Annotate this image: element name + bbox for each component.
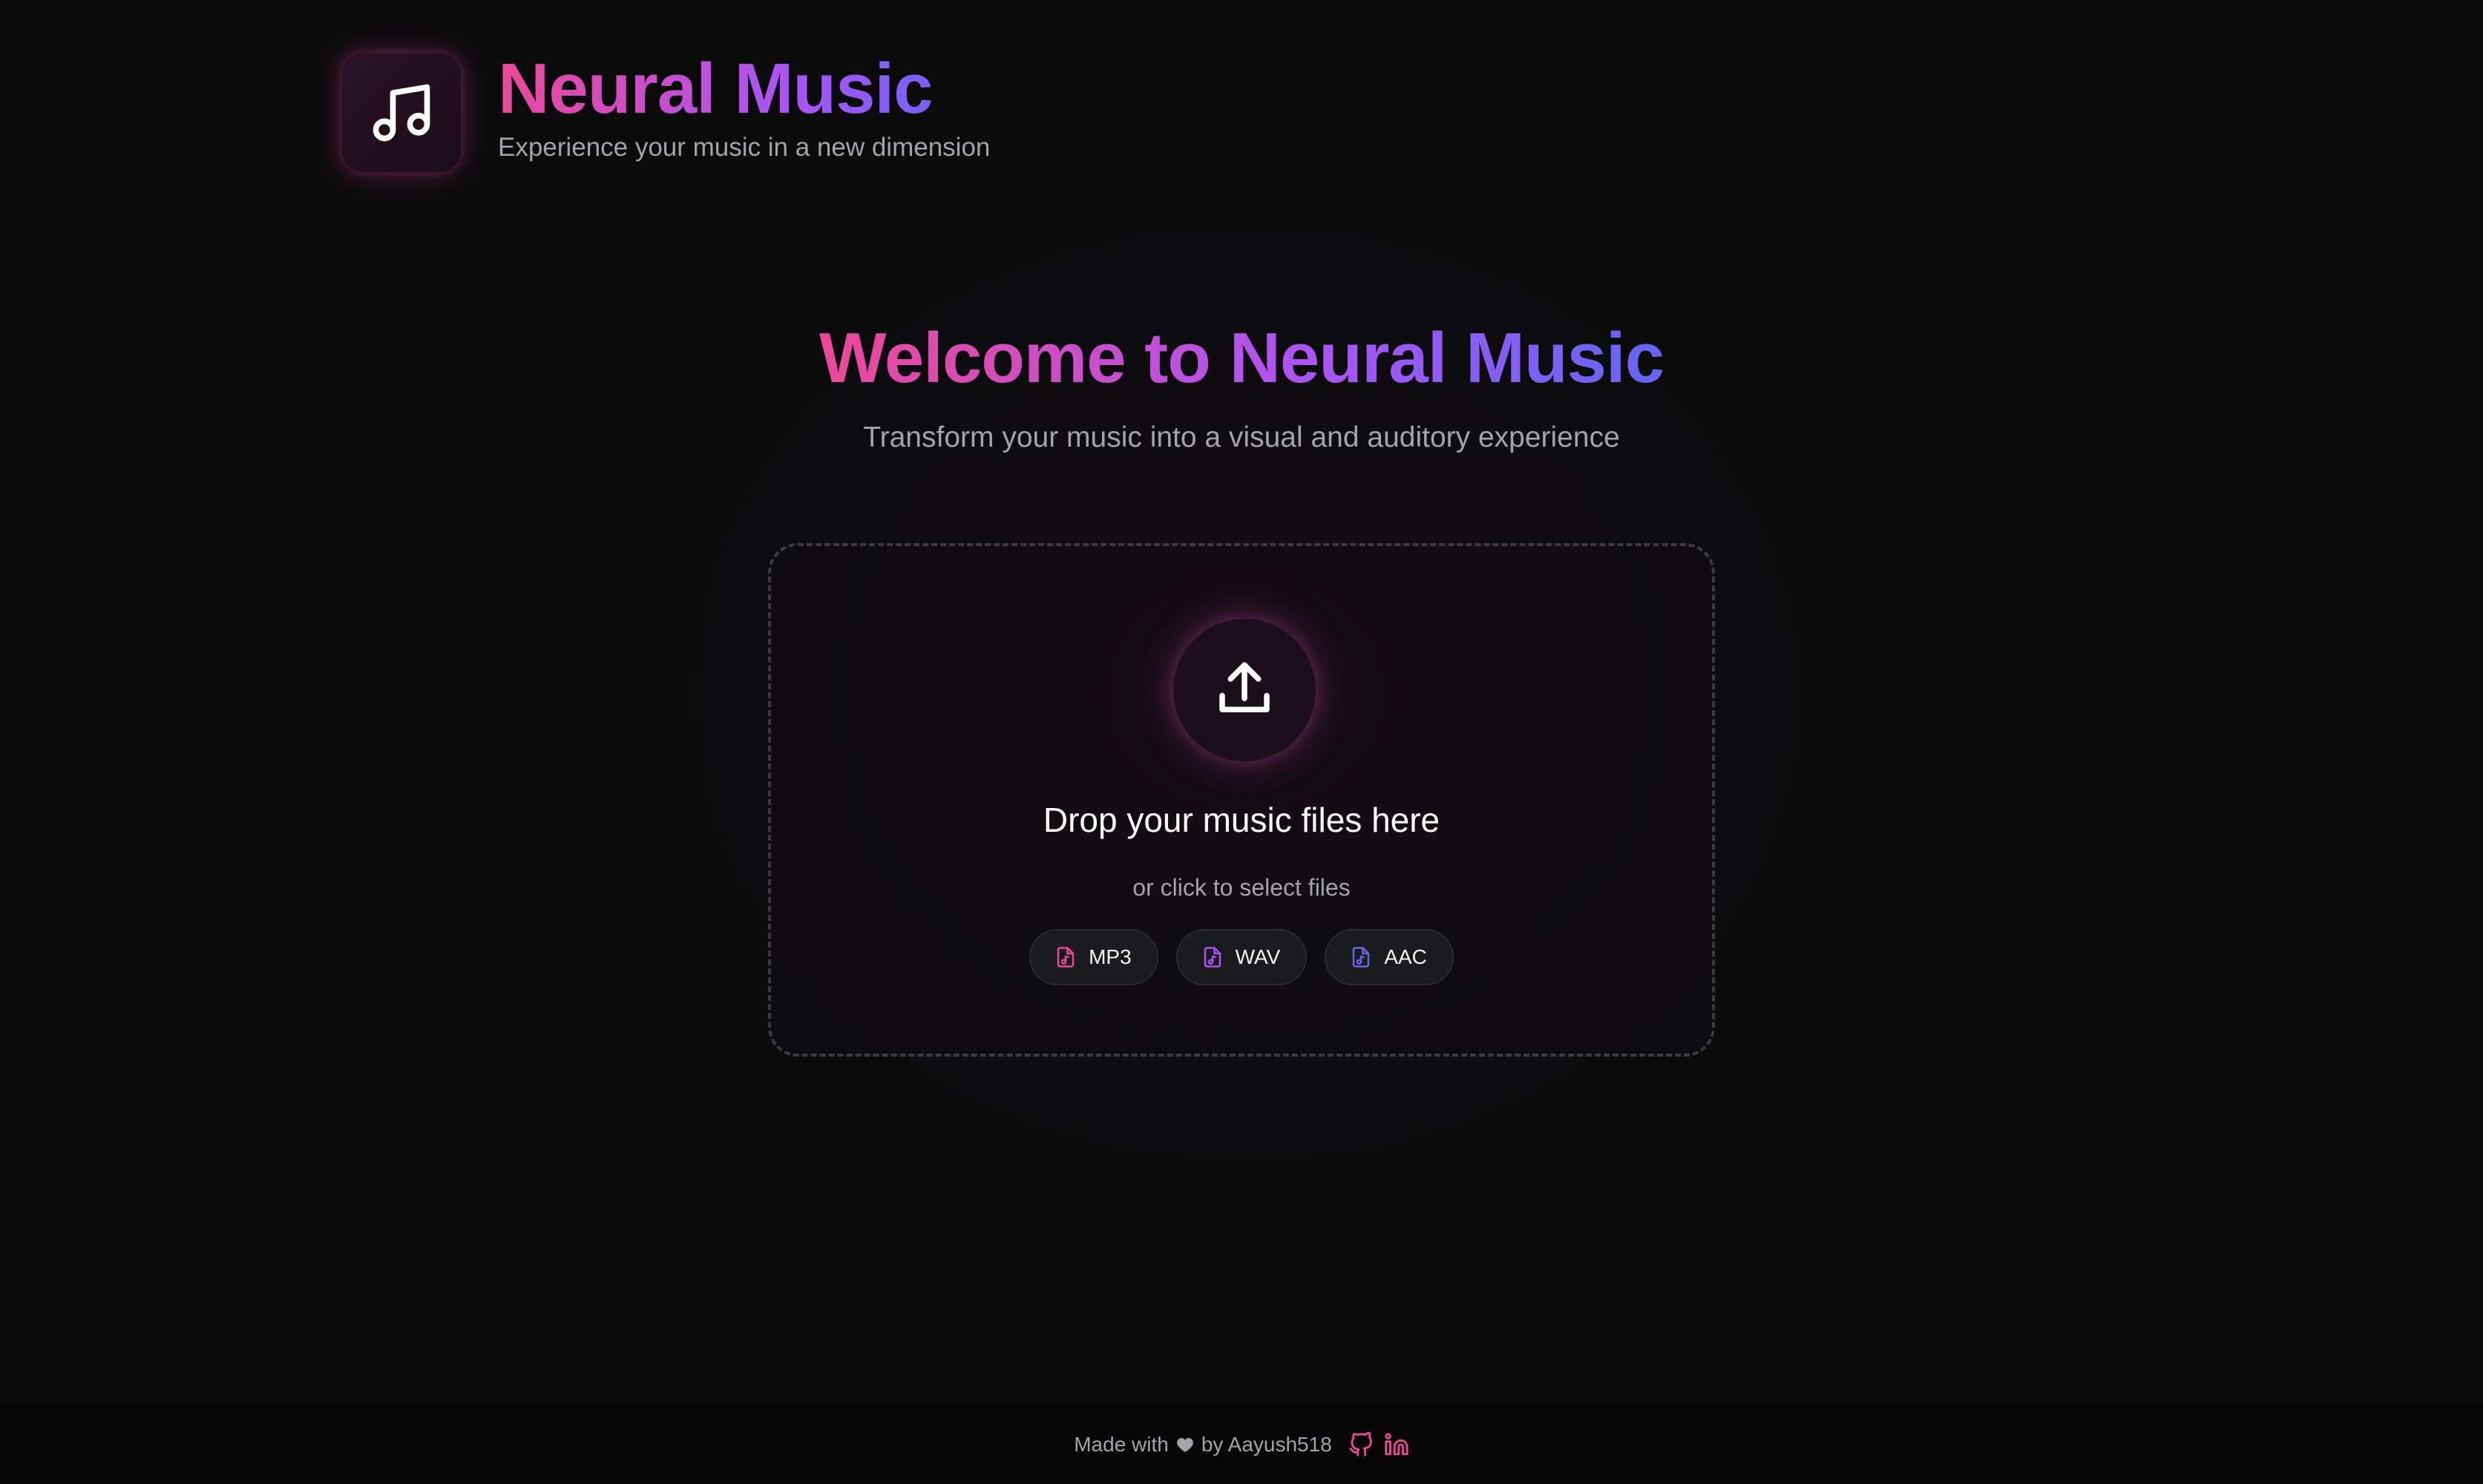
page-footer: Made with by Aayush518: [0, 1405, 2483, 1484]
app-title: Neural Music: [498, 46, 990, 131]
upload-icon: [1219, 662, 1270, 712]
music-note-icon: [373, 84, 430, 142]
heart-icon: [1177, 1438, 1193, 1452]
file-dropzone[interactable]: Drop your music files here or click to s…: [768, 543, 1715, 1057]
hero-subtitle: Transform your music into a visual and a…: [863, 421, 1620, 454]
app-header: Neural Music Experience your music in a …: [342, 49, 991, 172]
linkedin-icon[interactable]: [1384, 1432, 1409, 1457]
format-badge-wav: WAV: [1175, 929, 1308, 985]
upload-button[interactable]: [1173, 619, 1316, 761]
format-list: MP3 WAV AAC: [771, 929, 1712, 985]
hero-section: Welcome to Neural Music Transform your m…: [0, 315, 2483, 454]
music-file-icon: [1353, 947, 1370, 968]
dropzone-hint: or click to select files: [1132, 874, 1351, 901]
app-logo: [342, 53, 461, 172]
format-label: AAC: [1384, 945, 1427, 968]
github-icon[interactable]: [1348, 1432, 1374, 1457]
format-badge-aac: AAC: [1325, 929, 1454, 985]
dropzone-title: Drop your music files here: [1043, 801, 1440, 839]
header-text: Neural Music Experience your music in a …: [498, 49, 991, 162]
format-badge-mp3: MP3: [1029, 929, 1158, 985]
footer-made-with: Made with: [1074, 1433, 1169, 1456]
hero-title: Welcome to Neural Music: [819, 315, 1664, 401]
music-file-icon: [1204, 947, 1221, 968]
format-label: WAV: [1235, 945, 1281, 968]
app-page: Neural Music Experience your music in a …: [0, 0, 2483, 1484]
footer-author: by Aayush518: [1201, 1433, 1332, 1456]
music-file-icon: [1057, 947, 1075, 968]
format-label: MP3: [1089, 945, 1132, 968]
app-subtitle: Experience your music in a new dimension: [498, 133, 991, 162]
